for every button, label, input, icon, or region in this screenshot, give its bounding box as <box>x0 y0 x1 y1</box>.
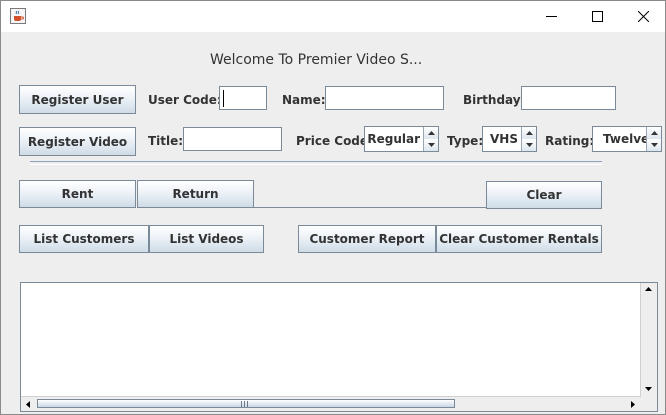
welcome-heading: Welcome To Premier Video S... <box>210 52 423 68</box>
minimize-icon <box>546 16 557 17</box>
close-button[interactable] <box>620 1 665 32</box>
title-bar[interactable] <box>1 1 665 32</box>
title-field[interactable] <box>183 127 282 151</box>
price-code-spinner-buttons <box>423 127 438 151</box>
type-spinner-buttons <box>521 127 536 151</box>
scroll-up-arrow-icon[interactable] <box>645 287 652 291</box>
down-arrow-icon <box>525 143 533 147</box>
up-arrow-icon <box>427 131 435 135</box>
type-value: VHS <box>490 132 518 146</box>
register-user-button[interactable]: Register User <box>19 85 136 114</box>
price-code-label: Price Code: <box>296 134 373 148</box>
price-code-spinner[interactable]: Regular <box>364 126 439 152</box>
horizontal-scroll-thumb[interactable] <box>37 399 455 408</box>
return-button[interactable]: Return <box>137 180 254 208</box>
maximize-button[interactable] <box>574 1 620 32</box>
list-customers-button[interactable]: List Customers <box>19 225 149 253</box>
rent-button[interactable]: Rent <box>19 180 136 208</box>
user-code-label: User Code: <box>148 93 222 107</box>
customer-report-button[interactable]: Customer Report <box>298 225 436 253</box>
down-arrow-icon <box>650 143 658 147</box>
scroll-left-arrow-icon[interactable] <box>26 401 30 408</box>
scrollbar-corner <box>641 397 657 411</box>
clear-customer-rentals-button[interactable]: Clear Customer Rentals <box>436 225 602 253</box>
spinner-down-button[interactable] <box>522 139 536 151</box>
output-text-area[interactable] <box>21 283 641 397</box>
up-arrow-icon <box>525 131 533 135</box>
button-row-divider <box>254 207 486 208</box>
horizontal-scrollbar[interactable] <box>21 396 641 411</box>
vertical-scrollbar[interactable] <box>640 283 657 397</box>
name-field[interactable] <box>325 86 444 110</box>
clear-button[interactable]: Clear <box>486 181 602 209</box>
output-scroll-pane <box>20 282 658 412</box>
down-arrow-icon <box>427 143 435 147</box>
title-label: Title: <box>148 134 184 148</box>
type-spinner[interactable]: VHS <box>482 126 537 152</box>
name-label: Name: <box>282 93 326 107</box>
register-video-button[interactable]: Register Video <box>19 127 136 156</box>
up-arrow-icon <box>650 131 658 135</box>
rating-label: Rating: <box>545 134 595 148</box>
list-videos-button[interactable]: List Videos <box>149 225 264 253</box>
rating-spinner[interactable]: Twelve <box>592 126 662 152</box>
java-cup-icon <box>10 8 26 24</box>
text-caret <box>223 90 224 107</box>
thumb-grip-icon <box>241 401 248 407</box>
type-label: Type: <box>447 134 484 148</box>
scroll-right-arrow-icon[interactable] <box>631 401 635 408</box>
rating-spinner-buttons <box>646 127 661 151</box>
horizontal-separator <box>30 161 602 165</box>
rating-value: Twelve <box>603 132 646 146</box>
user-code-field[interactable] <box>219 86 267 110</box>
price-code-value: Regular <box>367 132 420 146</box>
birthday-label: Birthday: <box>463 93 526 107</box>
spinner-down-button[interactable] <box>424 139 438 151</box>
spinner-down-button[interactable] <box>647 139 661 151</box>
close-icon <box>638 11 649 22</box>
maximize-icon <box>592 11 603 22</box>
minimize-button[interactable] <box>528 1 574 32</box>
birthday-field[interactable] <box>521 86 616 110</box>
scroll-down-arrow-icon[interactable] <box>645 387 652 391</box>
app-window: Welcome To Premier Video S... Register U… <box>0 0 666 415</box>
